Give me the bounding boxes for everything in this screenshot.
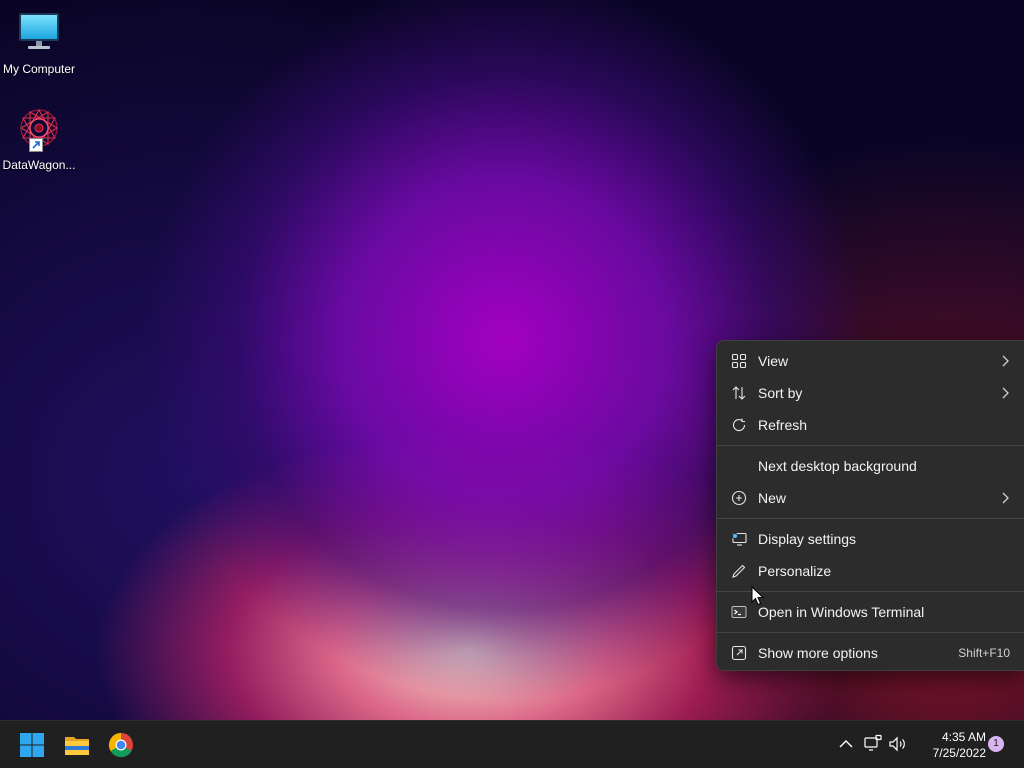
network-icon bbox=[864, 734, 882, 751]
menu-item-label: Refresh bbox=[758, 417, 808, 433]
clock[interactable]: 4:35 AM 7/25/2022 bbox=[912, 729, 986, 761]
menu-item-display-settings[interactable]: Display settings bbox=[717, 523, 1024, 555]
chevron-right-icon bbox=[1000, 386, 1010, 400]
refresh-icon bbox=[731, 417, 747, 433]
menu-separator bbox=[717, 445, 1024, 446]
desktop-background[interactable]: My Computer DataWagon... View Sort by Re… bbox=[0, 0, 1024, 720]
chrome-button[interactable] bbox=[105, 729, 137, 761]
menu-separator bbox=[717, 632, 1024, 633]
menu-item-label: Personalize bbox=[758, 563, 832, 579]
menu-item-label: Show more options bbox=[758, 645, 878, 661]
chevron-up-icon bbox=[839, 740, 853, 748]
chevron-right-icon bbox=[1000, 354, 1010, 368]
chrome-icon bbox=[108, 733, 133, 758]
volume-button[interactable] bbox=[887, 733, 909, 755]
taskbar: 4:35 AM 7/25/2022 bbox=[0, 720, 1024, 768]
menu-item-view[interactable]: View bbox=[717, 345, 1024, 377]
menu-item-label: View bbox=[758, 353, 789, 369]
menu-item-show-more-options[interactable]: Show more options Shift+F10 bbox=[717, 637, 1024, 669]
network-button[interactable] bbox=[862, 733, 884, 755]
menu-item-label: Next desktop background bbox=[758, 458, 917, 474]
share-options-icon bbox=[731, 645, 747, 661]
menu-item-new[interactable]: New bbox=[717, 482, 1024, 514]
terminal-icon bbox=[731, 604, 747, 620]
menu-separator bbox=[717, 518, 1024, 519]
monitor-icon bbox=[15, 10, 63, 58]
desktop-icon-my-computer[interactable]: My Computer bbox=[0, 10, 78, 77]
shortcut-arrow-icon bbox=[29, 138, 43, 152]
menu-item-label: Sort by bbox=[758, 385, 803, 401]
menu-item-refresh[interactable]: Refresh bbox=[717, 409, 1024, 441]
menu-item-next-desktop-background[interactable]: Next desktop background bbox=[717, 450, 1024, 482]
keyboard-shortcut: Shift+F10 bbox=[958, 646, 1010, 660]
menu-item-label: Display settings bbox=[758, 531, 857, 547]
pen-icon bbox=[731, 563, 747, 579]
display-settings-icon bbox=[731, 531, 747, 547]
chevron-right-icon bbox=[1000, 491, 1010, 505]
folder-icon bbox=[65, 737, 89, 755]
desktop-icon-label: DataWagon... bbox=[2, 158, 76, 172]
plus-circle-icon bbox=[731, 490, 747, 506]
windows-logo-icon bbox=[20, 733, 44, 757]
desktop-context-menu: View Sort by Refresh Next desktop backgr… bbox=[716, 340, 1024, 671]
sort-arrows-icon bbox=[731, 385, 747, 401]
speaker-icon bbox=[889, 736, 905, 752]
menu-item-label: New bbox=[758, 490, 787, 506]
menu-item-label: Open in Windows Terminal bbox=[758, 604, 925, 620]
grid-view-icon bbox=[731, 353, 747, 369]
menu-item-sort-by[interactable]: Sort by bbox=[717, 377, 1024, 409]
start-button[interactable] bbox=[16, 729, 48, 761]
mouse-cursor-icon bbox=[751, 585, 765, 606]
file-explorer-button[interactable] bbox=[61, 729, 93, 761]
datawagon-app-icon bbox=[15, 106, 63, 154]
show-hidden-icons-button[interactable] bbox=[835, 733, 857, 755]
clock-date: 7/25/2022 bbox=[932, 746, 986, 760]
desktop-icon-label: My Computer bbox=[2, 62, 76, 76]
clock-time: 4:35 AM bbox=[941, 730, 986, 744]
menu-item-personalize[interactable]: Personalize bbox=[717, 555, 1024, 587]
desktop-icon-datawagon[interactable]: DataWagon... bbox=[0, 106, 78, 173]
notification-badge[interactable]: 1 bbox=[988, 736, 1004, 752]
